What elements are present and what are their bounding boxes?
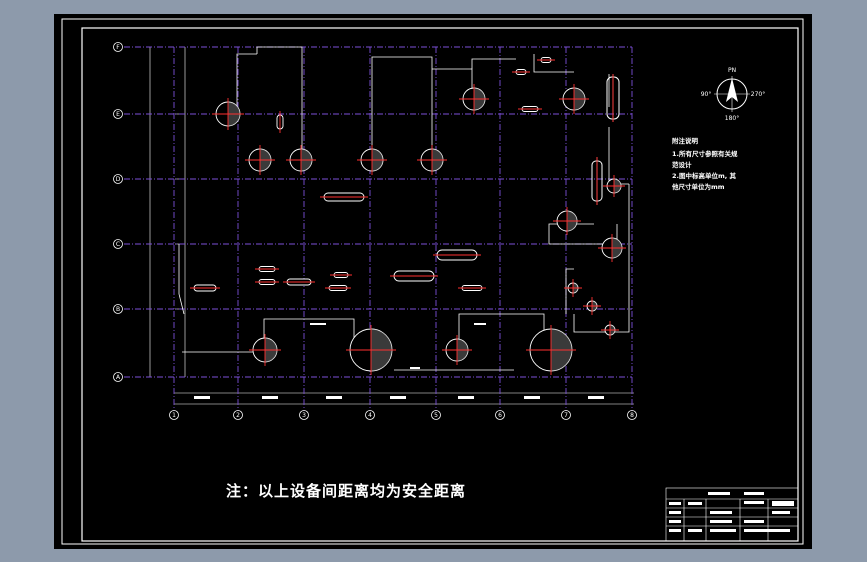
legend-line: 2.图中标高单位m, 其 <box>672 171 736 180</box>
drum-icon <box>433 249 481 261</box>
legend-line: 他尺寸单位为mm <box>671 182 725 191</box>
column-axis-bubble: 5 <box>431 410 441 420</box>
pipe-routes <box>178 46 630 371</box>
column-axis-bubble: 7 <box>561 410 571 420</box>
compass-north: PN <box>728 67 736 74</box>
legend-line: 范设计 <box>672 160 692 169</box>
vessel-icon <box>583 297 601 315</box>
compass-icon: PN 90° 270° 180° <box>701 67 766 122</box>
row-axis-bubble: E <box>113 109 123 119</box>
safety-distance-note: 注：以上设备间距离均为安全距离 <box>226 482 467 500</box>
drum-icon <box>190 284 220 292</box>
column-axis-label: 4 <box>368 412 372 419</box>
legend-line: 1.所有尺寸参照有关规 <box>672 149 738 158</box>
equipment-vessels <box>212 84 626 375</box>
vessel-icon <box>564 279 582 297</box>
plant-layout-drawing: F E D C B A 1 2 3 4 5 6 7 8 PN 90° 270° 180° 附注说明 1.… <box>61 18 804 545</box>
vessel-icon <box>459 84 489 114</box>
row-axis-bubble: F <box>113 42 123 52</box>
column-axis-bubble: 4 <box>365 410 375 420</box>
legend-notes: 附注说明 1.所有尺寸参照有关规 范设计 2.图中标高单位m, 其 他尺寸单位为… <box>671 136 738 191</box>
drum-icon <box>512 69 530 75</box>
drum-icon <box>255 266 279 272</box>
compass-west: 90° <box>701 91 712 98</box>
row-axis-label: F <box>116 44 120 51</box>
row-axis-label: C <box>116 241 120 248</box>
drum-icon <box>537 57 555 63</box>
vessel-icon <box>212 98 244 130</box>
column-axis-label: 7 <box>564 412 568 419</box>
drum-icon <box>390 270 438 282</box>
vessel-icon <box>526 325 576 375</box>
column-axis-bubble: 8 <box>627 410 637 420</box>
column-axis-bubble: 3 <box>299 410 309 420</box>
row-axis-bubble: B <box>113 304 123 314</box>
vessel-icon <box>417 145 447 175</box>
drawing-sheet: F E D C B A 1 2 3 4 5 6 7 8 PN 90° 270° 180° 附注说明 1.… <box>54 14 812 549</box>
column-axis-label: 6 <box>498 412 502 419</box>
drum-icon <box>458 285 486 291</box>
vessel-icon <box>598 234 626 262</box>
row-axis-bubble: C <box>113 239 123 249</box>
vessel-icon <box>249 334 281 366</box>
row-axis-label: E <box>116 111 120 118</box>
compass-south: 180° <box>725 115 739 122</box>
drum-icon <box>283 278 315 286</box>
drum-icon <box>255 279 279 285</box>
vessel-icon <box>346 325 396 375</box>
drum-icon <box>320 192 368 202</box>
vessel-icon <box>286 145 316 175</box>
vessel-icon <box>601 321 619 339</box>
vessel-icon <box>245 145 275 175</box>
drum-icon <box>325 285 351 291</box>
column-axis-label: 2 <box>236 412 240 419</box>
column-axis-label: 1 <box>172 412 176 419</box>
inner-frame <box>81 27 799 542</box>
column-axis-bubble: 2 <box>233 410 243 420</box>
drum-icon <box>518 106 542 112</box>
column-axis-bubbles: 1 2 3 4 5 6 7 8 <box>169 410 637 420</box>
left-dimensions <box>149 47 186 377</box>
outer-frame <box>61 18 804 545</box>
vessel-icon <box>442 335 472 365</box>
column-axis-bubble: 1 <box>169 410 179 420</box>
vessel-icon <box>603 175 625 197</box>
column-axis-label: 3 <box>302 412 306 419</box>
compass-east: 270° <box>751 91 765 98</box>
row-axis-bubble: D <box>113 174 123 184</box>
vessel-icon <box>559 84 589 114</box>
column-axis-label: 5 <box>434 412 438 419</box>
vessel-icon <box>357 145 387 175</box>
row-axis-bubbles: F E D C B A <box>113 42 123 382</box>
column-axis-bubble: 6 <box>495 410 505 420</box>
title-block <box>665 487 799 542</box>
row-axis-bubble: A <box>113 372 123 382</box>
vessel-icon <box>553 207 581 235</box>
column-axis-label: 8 <box>630 412 634 419</box>
row-axis-label: D <box>116 176 121 183</box>
legend-title: 附注说明 <box>672 136 699 145</box>
row-axis-label: B <box>116 306 120 313</box>
drum-icon <box>330 272 352 278</box>
